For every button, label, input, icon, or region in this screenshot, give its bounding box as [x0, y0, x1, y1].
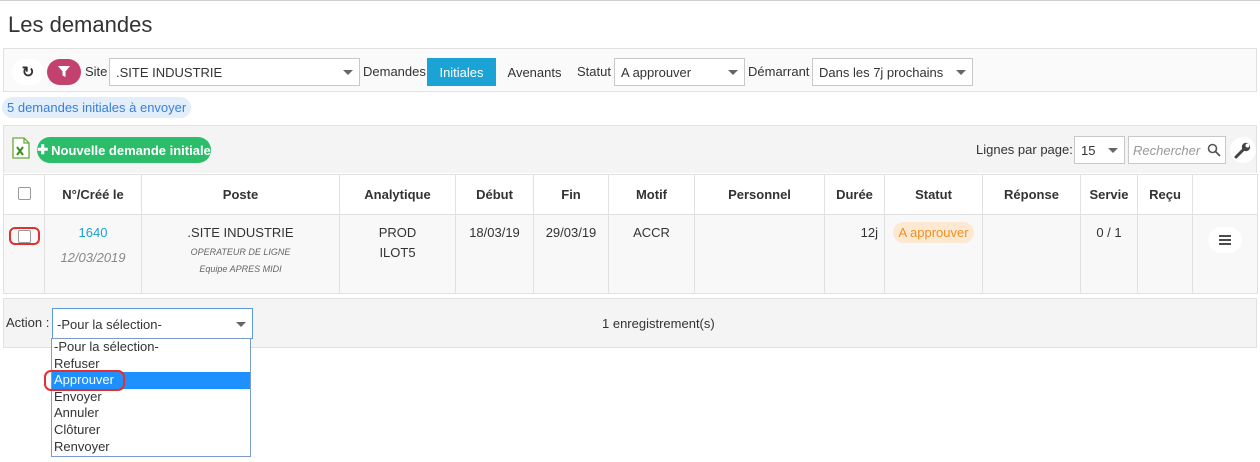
excel-export-icon[interactable]: [12, 137, 30, 159]
column-header[interactable]: Motif: [608, 174, 695, 215]
chevron-down-icon: [956, 70, 966, 75]
action-select[interactable]: -Pour la sélection-: [52, 308, 253, 339]
wrench-icon: [1234, 142, 1251, 159]
select-all-checkbox[interactable]: [17, 186, 31, 200]
rows-per-page-select[interactable]: 15: [1074, 136, 1125, 164]
page-title: Les demandes: [8, 12, 153, 37]
request-number-link[interactable]: 1640: [45, 225, 141, 240]
statut-select[interactable]: A approuver: [614, 58, 745, 86]
analytique-2: ILOT5: [379, 245, 416, 260]
action-option[interactable]: Annuler: [52, 405, 250, 422]
filter-bar: ↻ Site .SITE INDUSTRIE Demandes Initiale…: [3, 48, 1257, 92]
action-option[interactable]: -Pour la sélection-: [52, 339, 250, 356]
settings-wrench-button[interactable]: [1230, 137, 1256, 163]
refresh-button[interactable]: ↻: [12, 59, 44, 85]
chevron-down-icon: [236, 322, 246, 327]
action-option[interactable]: Envoyer: [52, 389, 250, 406]
column-header[interactable]: Fin: [533, 174, 609, 215]
actions-header: [1192, 174, 1258, 215]
personnel-cell: [694, 214, 825, 294]
column-header[interactable]: Réponse: [982, 174, 1081, 215]
tab-initiales[interactable]: Initiales: [427, 58, 496, 86]
site-select[interactable]: .SITE INDUSTRIE: [109, 58, 360, 86]
chevron-down-icon: [1108, 148, 1118, 153]
top-border: [0, 0, 1260, 1]
new-request-button[interactable]: ✚ Nouvelle demande initiale: [37, 137, 211, 163]
select-all-cell: [3, 174, 45, 215]
chevron-down-icon: [728, 70, 738, 75]
statut-cell: A approuver: [884, 214, 983, 294]
row-actions-cell: [1192, 214, 1258, 294]
column-header[interactable]: N°/Créé le: [44, 174, 142, 215]
action-select-value: -Pour la sélection-: [57, 317, 162, 332]
table-row: 1640 12/03/2019 .SITE INDUSTRIE OPERATEU…: [3, 214, 1258, 294]
fin-cell: 29/03/19: [533, 214, 609, 294]
action-option[interactable]: Renvoyer: [52, 439, 250, 456]
chevron-down-icon: [343, 70, 353, 75]
row-checkbox[interactable]: [17, 229, 31, 243]
rows-per-page-label: Lignes par page:: [976, 142, 1073, 157]
column-header[interactable]: Reçu: [1137, 174, 1193, 215]
poste-cell: .SITE INDUSTRIE OPERATEUR DE LIGNE Equip…: [141, 214, 340, 294]
row-menu-button[interactable]: [1208, 227, 1242, 253]
filter-icon: [58, 66, 70, 77]
created-date: 12/03/2019: [60, 250, 126, 265]
reponse-cell: [982, 214, 1081, 294]
poste-site: .SITE INDUSTRIE: [187, 225, 294, 240]
number-cell: 1640 12/03/2019: [44, 214, 142, 294]
statut-label: Statut: [577, 64, 611, 79]
row-select-cell: [3, 214, 45, 294]
analytique-1: PROD: [378, 225, 417, 240]
requests-table: N°/Créé le Poste Analytique Début Fin Mo…: [3, 174, 1258, 294]
filter-button[interactable]: [47, 59, 81, 85]
recu-cell: [1137, 214, 1193, 294]
count-badge: 5 demandes initiales à envoyer: [2, 97, 192, 118]
table-toolbar: ✚ Nouvelle demande initiale Lignes par p…: [3, 125, 1257, 173]
column-header[interactable]: Personnel: [694, 174, 825, 215]
column-header[interactable]: Durée: [824, 174, 885, 215]
plus-icon: ✚: [37, 142, 49, 157]
rows-per-page-value: 15: [1081, 143, 1096, 158]
approve-option-highlight: [44, 370, 125, 391]
demarrant-label: Démarrant: [748, 64, 810, 79]
records-count: 1 enregistrement(s): [602, 316, 715, 331]
duree-cell: 12j: [824, 214, 885, 294]
search-input[interactable]: Rechercher: [1128, 136, 1226, 164]
statut-select-value: A approuver: [621, 65, 692, 80]
analytique-cell: PROD ILOT5: [339, 214, 456, 294]
demarrant-select-value: Dans les 7j prochains: [819, 65, 944, 80]
search-placeholder: Rechercher: [1133, 143, 1201, 158]
tab-avenants[interactable]: Avenants: [498, 58, 571, 86]
hamburger-icon: [1219, 235, 1231, 245]
search-icon[interactable]: [1207, 143, 1221, 157]
column-header[interactable]: Poste: [141, 174, 340, 215]
refresh-icon: ↻: [21, 64, 35, 81]
demarrant-select[interactable]: Dans les 7j prochains: [812, 58, 973, 86]
poste-team: Equipe APRES MIDI: [199, 264, 282, 274]
poste-role: OPERATEUR DE LIGNE: [190, 247, 291, 257]
column-header[interactable]: Début: [455, 174, 534, 215]
action-label: Action :: [6, 315, 50, 330]
table-header-row: N°/Créé le Poste Analytique Début Fin Mo…: [3, 174, 1258, 215]
site-select-value: .SITE INDUSTRIE: [116, 65, 223, 80]
site-label: Site: [85, 64, 108, 79]
column-header[interactable]: Statut: [884, 174, 983, 215]
debut-cell: 18/03/19: [455, 214, 534, 294]
action-option[interactable]: Clôturer: [52, 422, 250, 439]
status-badge: A approuver: [893, 222, 974, 243]
demandes-label: Demandes: [363, 64, 426, 79]
row-checkbox-highlight: [8, 227, 40, 245]
motif-cell: ACCR: [608, 214, 695, 294]
action-dropdown-list: -Pour la sélection- Refuser Approuver En…: [51, 338, 251, 457]
new-request-label: Nouvelle demande initiale: [51, 142, 211, 158]
column-header[interactable]: Servie: [1080, 174, 1138, 215]
servie-cell: 0 / 1: [1080, 214, 1138, 294]
column-header[interactable]: Analytique: [339, 174, 456, 215]
